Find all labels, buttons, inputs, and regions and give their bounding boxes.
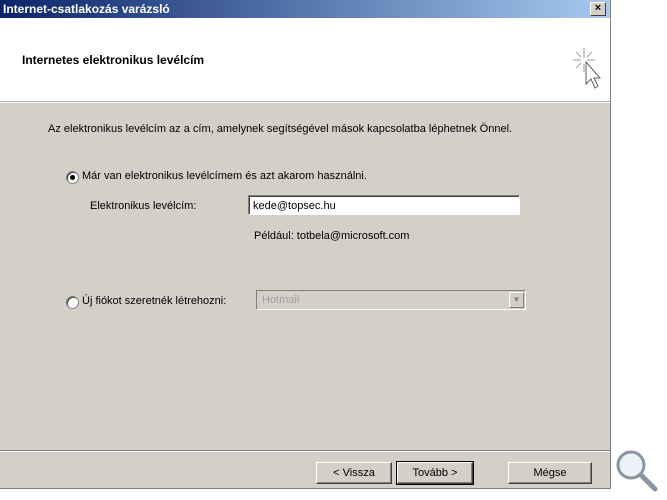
wizard-dialog: Internet-csatlakozás varázsló × Internet…: [0, 0, 611, 489]
radio-new-account[interactable]: [66, 296, 79, 309]
provider-value: Hotmail: [262, 294, 300, 306]
description-text: Az elektronikus levélcím az a cím, amely…: [48, 123, 513, 135]
email-field[interactable]: kede@topsec.hu: [248, 195, 520, 215]
cancel-button[interactable]: Mégse: [508, 462, 592, 484]
close-icon: ×: [594, 2, 602, 14]
email-label: Elektronikus levélcím:: [90, 200, 197, 212]
page-title: Internetes elektronikus levélcím: [22, 53, 205, 67]
window-title: Internet-csatlakozás varázsló: [3, 2, 170, 16]
provider-select[interactable]: Hotmail ▼: [256, 290, 526, 310]
next-button[interactable]: Tovább >: [396, 461, 474, 485]
radio-existing-label[interactable]: Már van elektronikus levélcímem és azt a…: [82, 170, 367, 182]
wizard-header: Internetes elektronikus levélcím: [0, 18, 610, 103]
radio-selected-dot: [70, 175, 75, 180]
radio-existing-address[interactable]: [66, 171, 79, 184]
radio-new-label[interactable]: Új fiókot szeretnék létrehozni:: [82, 295, 226, 307]
footer-divider: [0, 450, 610, 452]
back-button[interactable]: < Vissza: [316, 462, 392, 484]
email-example: Például: totbela@microsoft.com: [254, 230, 410, 242]
title-bar[interactable]: Internet-csatlakozás varázsló ×: [0, 0, 610, 18]
magnifier-icon[interactable]: [614, 448, 658, 492]
close-button[interactable]: ×: [590, 2, 606, 16]
wizard-sparkle-cursor-icon: [573, 48, 602, 89]
chevron-down-icon[interactable]: ▼: [509, 292, 524, 308]
